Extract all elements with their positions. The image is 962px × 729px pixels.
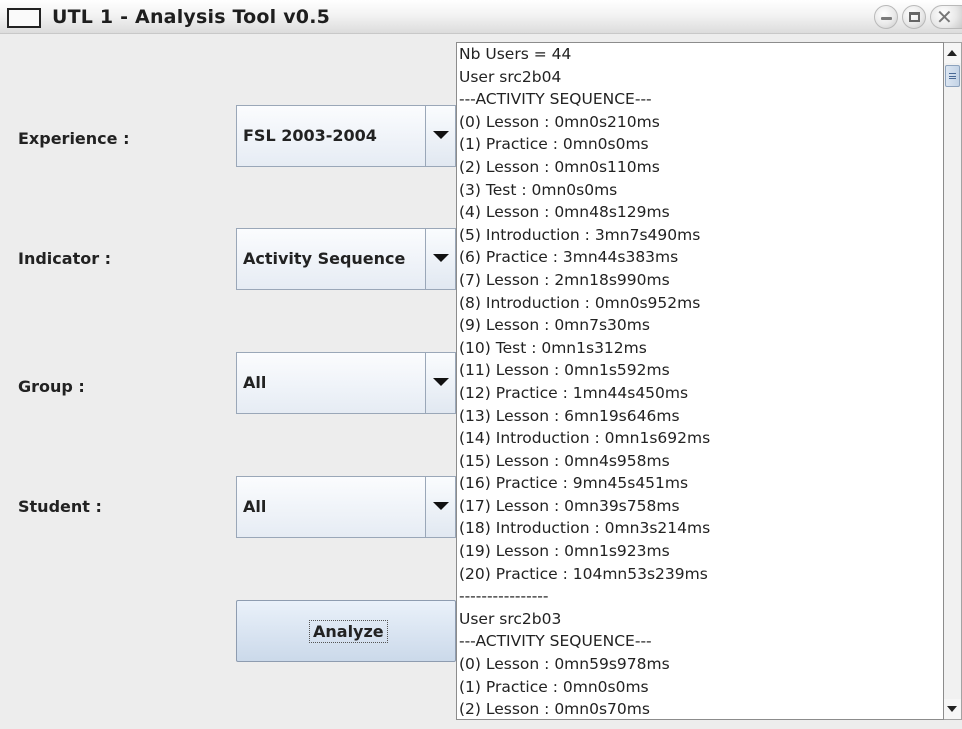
- output-line: (14) Introduction : 0mn1s692ms: [459, 429, 711, 448]
- student-dropdown-button[interactable]: [425, 477, 455, 537]
- student-value: All: [243, 497, 267, 516]
- output-line: (1) Practice : 0mn0s0ms: [459, 677, 649, 696]
- output-line: (19) Lesson : 0mn1s923ms: [459, 542, 670, 561]
- output-line: (8) Introduction : 0mn0s952ms: [459, 293, 701, 312]
- output-line: (0) Lesson : 0mn0s210ms: [459, 112, 660, 131]
- window-title: UTL 1 - Analysis Tool v0.5: [52, 6, 331, 28]
- indicator-dropdown-button[interactable]: [425, 229, 455, 289]
- chevron-down-icon: [433, 378, 449, 386]
- experience-select[interactable]: FSL 2003-2004: [236, 105, 456, 167]
- output-line: ----------------: [459, 587, 549, 606]
- close-icon: ✕: [936, 5, 953, 29]
- output-line: (9) Lesson : 0mn7s30ms: [459, 316, 650, 335]
- output-line: (17) Lesson : 0mn39s758ms: [459, 496, 680, 515]
- output-line: (2) Lesson : 0mn0s110ms: [459, 157, 660, 176]
- chevron-down-icon: [433, 131, 449, 139]
- group-value: All: [243, 373, 267, 392]
- output-line: (0) Lesson : 0mn59s978ms: [459, 655, 670, 674]
- output-line: (5) Introduction : 3mn7s490ms: [459, 225, 701, 244]
- output-line: (12) Practice : 1mn44s450ms: [459, 383, 689, 402]
- output-line: (16) Practice : 9mn45s451ms: [459, 474, 689, 493]
- output-line: (3) Test : 0mn0s0ms: [459, 180, 618, 199]
- title-bar[interactable]: UTL 1 - Analysis Tool v0.5 ✕: [0, 0, 962, 34]
- experience-label: Experience :: [18, 129, 130, 148]
- output-line: (11) Lesson : 0mn1s592ms: [459, 361, 670, 380]
- analyze-button[interactable]: Analyze: [236, 600, 456, 662]
- experience-dropdown-button[interactable]: [425, 106, 455, 166]
- minimize-button[interactable]: [874, 5, 898, 29]
- scroll-down-button[interactable]: [944, 699, 961, 719]
- maximize-icon: [909, 12, 920, 22]
- output-line: (18) Introduction : 0mn3s214ms: [459, 519, 711, 538]
- student-label: Student :: [18, 497, 102, 516]
- output-line: (6) Practice : 3mn44s383ms: [459, 248, 679, 267]
- output-text-area[interactable]: Nb Users = 44 User src2b04 ---ACTIVITY S…: [456, 42, 944, 720]
- output-line: User src2b03: [459, 609, 562, 628]
- output-line: ---ACTIVITY SEQUENCE---: [459, 632, 652, 651]
- output-line: (4) Lesson : 0mn48s129ms: [459, 203, 670, 222]
- output-line: (1) Practice : 0mn0s0ms: [459, 135, 649, 154]
- arrow-down-icon: [947, 706, 957, 712]
- group-select[interactable]: All: [236, 352, 456, 414]
- output-line: (10) Test : 0mn1s312ms: [459, 338, 647, 357]
- close-button[interactable]: ✕: [930, 5, 962, 29]
- app-window: UTL 1 - Analysis Tool v0.5 ✕ Experience …: [0, 0, 962, 729]
- grip-icon: [949, 73, 956, 79]
- scroll-up-button[interactable]: [944, 43, 961, 63]
- indicator-select[interactable]: Activity Sequence: [236, 228, 456, 290]
- chevron-down-icon: [433, 502, 449, 510]
- analyze-button-label: Analyze: [309, 620, 388, 643]
- window-icon: [7, 8, 41, 28]
- student-select[interactable]: All: [236, 476, 456, 538]
- output-line: (15) Lesson : 0mn4s958ms: [459, 451, 670, 470]
- arrow-up-icon: [947, 50, 957, 56]
- output-line: User src2b04: [459, 67, 562, 86]
- indicator-label: Indicator :: [18, 249, 112, 268]
- output-line: (13) Lesson : 6mn19s646ms: [459, 406, 680, 425]
- output-line: (20) Practice : 104mn53s239ms: [459, 564, 708, 583]
- chevron-down-icon: [433, 254, 449, 262]
- scroll-thumb[interactable]: [945, 65, 960, 87]
- experience-value: FSL 2003-2004: [243, 126, 377, 145]
- minimize-icon: [881, 17, 892, 20]
- group-dropdown-button[interactable]: [425, 353, 455, 413]
- output-line: (7) Lesson : 2mn18s990ms: [459, 270, 670, 289]
- output-scrollbar[interactable]: [944, 42, 962, 720]
- output-line: ---ACTIVITY SEQUENCE---: [459, 90, 652, 109]
- group-label: Group :: [18, 377, 85, 396]
- maximize-button[interactable]: [902, 5, 926, 29]
- output-line: (2) Lesson : 0mn0s70ms: [459, 700, 650, 719]
- indicator-value: Activity Sequence: [243, 249, 406, 268]
- output-line: Nb Users = 44: [459, 45, 572, 63]
